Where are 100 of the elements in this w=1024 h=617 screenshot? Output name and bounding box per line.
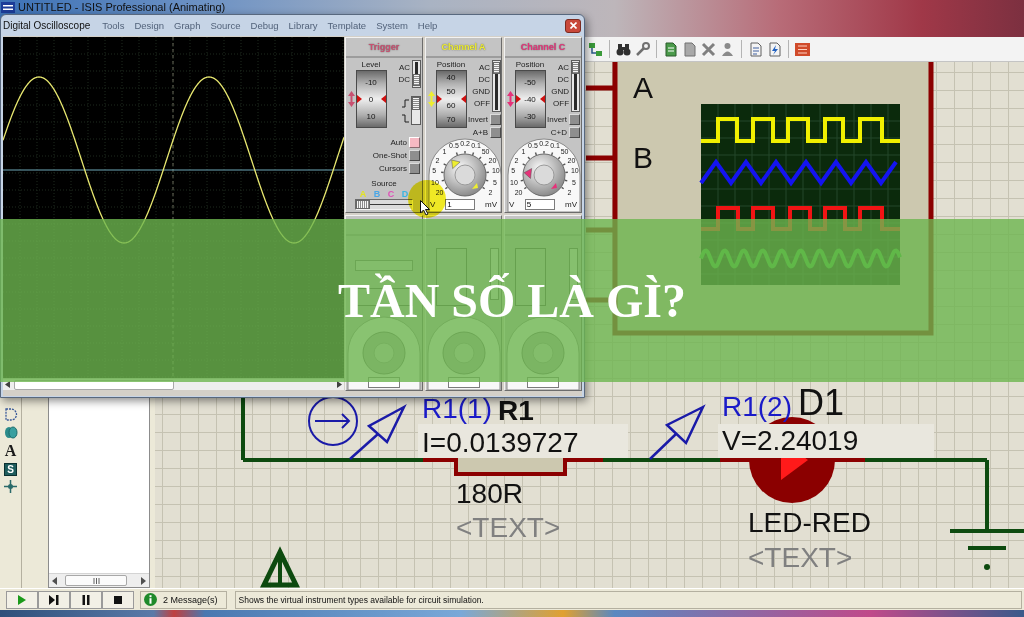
text-tool-icon[interactable]: A [4,443,17,459]
button-label: A+B [472,127,488,138]
tree-icon[interactable] [588,41,603,57]
close-button[interactable] [565,18,581,33]
scroll-left-icon[interactable] [51,575,59,586]
knob[interactable] [443,153,487,197]
coupling-label: DC [398,74,410,86]
scale-number: 50 [446,86,456,98]
menu-item[interactable]: System [376,19,408,32]
scale-number: 40 [446,72,456,84]
menu-item[interactable]: Source [210,19,241,32]
coupling-label: GND [472,86,490,98]
coupling-switch[interactable] [492,60,501,112]
marker-icon [460,95,466,103]
component-text: <TEXT> [748,542,853,573]
crosshair-icon[interactable] [4,480,17,493]
coupling-label: AC [478,62,490,74]
lightning-document-icon[interactable] [767,41,782,57]
scroll-right-icon[interactable] [139,575,147,586]
toggle-button[interactable] [490,114,501,125]
menu-item[interactable]: Library [288,19,318,32]
ground-terminal-symbol [260,546,300,588]
stop-button[interactable] [102,590,134,609]
circles-icon[interactable] [3,426,18,439]
scroll-left-icon[interactable] [4,380,12,389]
horizontal-scrollbar[interactable] [49,573,149,587]
component-value: 180R [456,478,523,509]
document-icon[interactable] [663,41,678,57]
value-field[interactable]: 5 [524,199,555,210]
scale-number: -10 [365,76,377,89]
probe-arrow [349,404,407,460]
menu-item[interactable]: Template [327,19,367,32]
component-ref: R1 [498,395,534,426]
unit-label: mV [565,199,577,210]
magnifier-icon[interactable] [635,41,650,57]
component-text: <TEXT> [456,512,561,543]
symbol-tool-icon[interactable]: S [4,463,17,476]
control-label: Position [515,60,545,70]
current-probe-symbol [308,396,358,446]
scroll-right-icon[interactable] [335,380,343,389]
toggle-button[interactable] [490,127,501,138]
step-button[interactable] [38,590,70,609]
menu-item[interactable]: Debug [250,19,279,32]
coupling-label: GND [551,86,569,98]
logo-icon[interactable] [795,41,810,57]
value-field[interactable]: 1 [445,199,476,210]
coupling-switch[interactable] [412,60,421,88]
document-icon[interactable] [682,41,697,57]
menu-item[interactable]: Graph [174,19,201,32]
button-label: Invert [547,114,567,125]
control-label: Level [361,60,381,70]
binoculars-icon[interactable] [616,41,631,57]
window-title: UNTITLED - ISIS Professional (Animating) [18,0,226,14]
info-icon [144,593,157,606]
toggle-button[interactable] [409,150,420,161]
button-label: Cursors [379,163,407,174]
pause-icon [81,594,91,605]
status-hint: Shows the virtual instrument types available for circuit simulation. [234,590,1022,609]
edge-switch[interactable] [411,96,421,125]
messages-button[interactable]: 2 Message(s) [140,590,227,609]
person-icon[interactable] [720,41,735,57]
document-icon[interactable] [748,41,763,57]
scale-number: 70 [446,114,456,126]
coupling-label: AC [398,62,410,74]
panel-title: Channel C [520,42,566,52]
panel-title: Channel A [441,42,486,52]
button-label: One-Shot [372,150,407,161]
coupling-label: AC [557,62,569,74]
menu-item[interactable]: Design [134,19,165,32]
scrollbar-thumb[interactable] [65,575,127,586]
coupling-label: DC [557,74,569,86]
coupling-label: OFF [474,98,490,110]
control-label: Position [436,60,466,70]
coupling-label: OFF [553,98,569,110]
probe-label: R1(2) [722,391,792,422]
control-label: Source [371,179,397,189]
arc-icon[interactable] [3,407,18,422]
double-arrow-icon [506,91,514,107]
coupling-switch[interactable] [571,60,580,112]
cross-icon[interactable] [701,41,716,57]
scale-number: -50 [524,76,536,89]
slider-thumb[interactable] [356,200,370,209]
source-slider[interactable] [355,199,413,210]
probe-arrow [649,404,706,460]
coupling-label: DC [478,74,490,86]
mouse-pointer-icon [420,200,430,216]
probe-label: R1(1) [422,393,492,424]
component-value: LED-RED [748,507,871,538]
double-arrow-icon [347,91,355,107]
toggle-button[interactable] [569,114,580,125]
menu-item[interactable]: Help [417,19,438,32]
knob[interactable] [522,153,566,197]
toggle-button[interactable] [569,127,580,138]
unit-label: V [509,199,515,210]
marker-icon [380,95,386,103]
toggle-button[interactable] [409,163,420,174]
menu-item[interactable]: Tools [102,19,125,32]
pause-button[interactable] [70,590,102,609]
panel-title: Trigger [368,42,400,52]
probe-reading: I=0.0139727 [422,427,579,458]
